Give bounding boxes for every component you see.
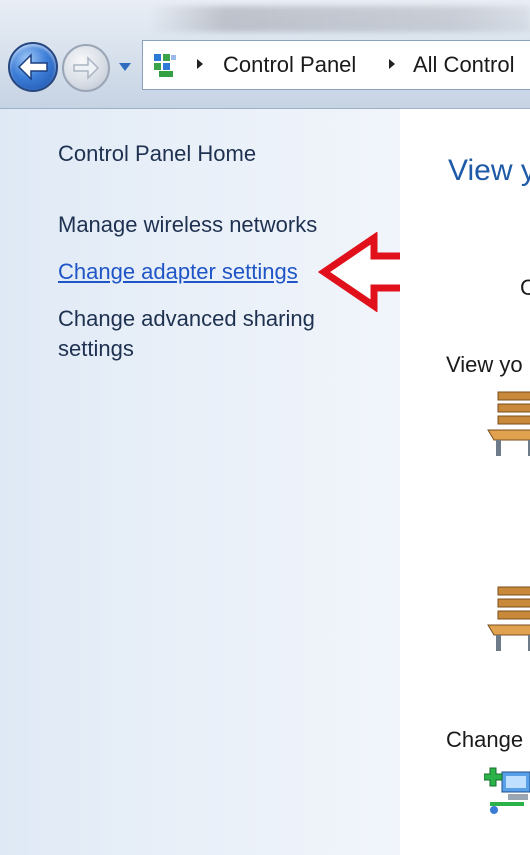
recent-pages-dropdown[interactable]: [116, 58, 134, 76]
control-panel-icon: [154, 54, 176, 77]
blurred-title-strip: [150, 6, 530, 32]
back-arrow-icon: [17, 53, 48, 81]
main-content: View y C View yo Change: [400, 109, 530, 855]
network-bench-icon[interactable]: [484, 384, 530, 464]
breadcrumb-all-control[interactable]: All Control: [413, 52, 514, 78]
content-stub-text: C: [520, 275, 530, 300]
page-heading: View y: [448, 154, 530, 187]
window-navigation-bar: Control Panel All Control: [0, 0, 530, 109]
change-networking-heading: Change: [446, 727, 524, 752]
control-panel-home-link[interactable]: Control Panel Home: [58, 138, 256, 169]
forward-arrow-icon: [73, 56, 100, 80]
network-bench-icon[interactable]: [484, 579, 530, 659]
network-setup-icon[interactable]: [484, 764, 530, 819]
change-advanced-sharing-link[interactable]: Change advanced sharing: [58, 303, 315, 334]
address-bar[interactable]: Control Panel All Control: [142, 40, 530, 90]
task-pane: Control Panel Home Manage wireless netwo…: [0, 109, 400, 855]
history-dropdown-icon: [119, 63, 131, 71]
forward-button[interactable]: [62, 44, 110, 92]
breadcrumb-separator-icon[interactable]: [387, 57, 397, 71]
back-button[interactable]: [8, 42, 58, 92]
view-networks-heading: View yo: [446, 352, 523, 377]
change-advanced-sharing-link-line2[interactable]: settings: [58, 333, 134, 364]
breadcrumb-separator-icon[interactable]: [195, 57, 205, 71]
change-adapter-settings-link[interactable]: Change adapter settings: [58, 256, 298, 287]
breadcrumb-control-panel[interactable]: Control Panel: [223, 52, 356, 78]
manage-wireless-networks-link[interactable]: Manage wireless networks: [58, 209, 317, 240]
